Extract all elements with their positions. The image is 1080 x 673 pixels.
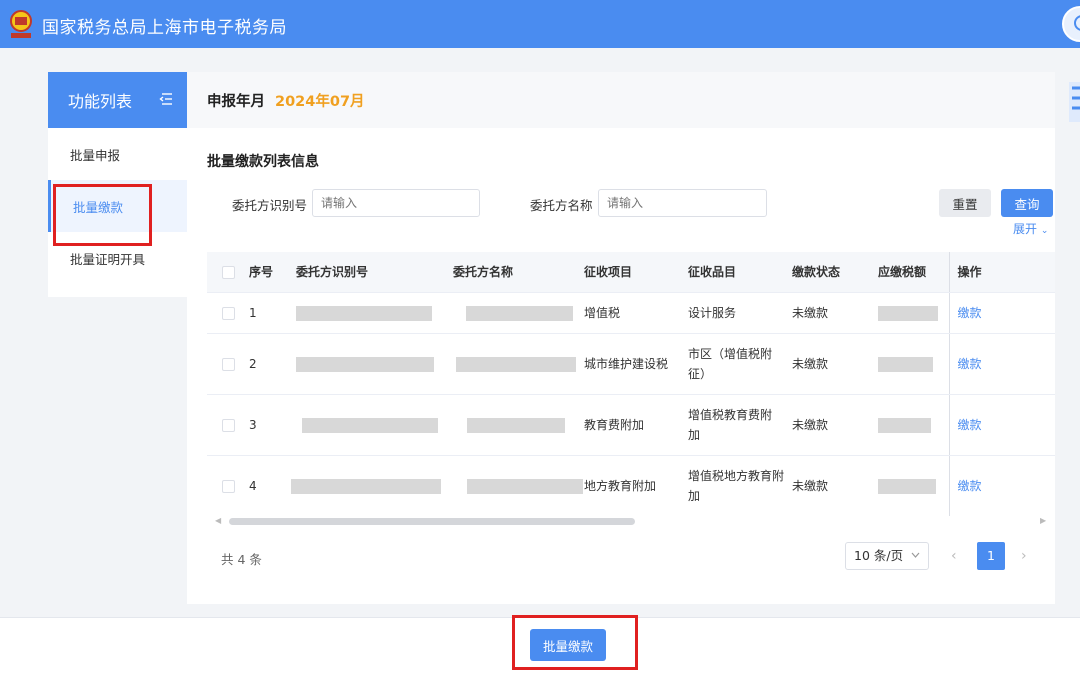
- query-button[interactable]: 查询: [1001, 189, 1053, 217]
- expand-label: 展开: [1013, 222, 1038, 236]
- cell-no: 2: [249, 333, 296, 395]
- cell-no: 3: [249, 394, 296, 456]
- table-row: 2 城市维护建设税 市区（增值税附征） 未缴款 缴款: [207, 333, 1055, 395]
- sidebar-header: 功能列表: [48, 72, 187, 128]
- sidebar-item-label: 批量申报: [70, 147, 121, 163]
- col-header-no: 序号: [249, 252, 296, 293]
- pay-link[interactable]: 缴款: [958, 479, 982, 493]
- masked-amount: [878, 356, 933, 372]
- pay-link[interactable]: 缴款: [958, 418, 982, 432]
- scroll-right-icon[interactable]: ▶: [1040, 516, 1046, 525]
- period-label: 申报年月: [207, 93, 265, 110]
- masked-client-id: [302, 417, 438, 433]
- masked-client-id: [296, 305, 432, 321]
- cell-status: 未缴款: [792, 394, 878, 456]
- cell-item: 地方教育附加: [584, 455, 688, 516]
- row-checkbox[interactable]: [222, 479, 235, 493]
- collapse-menu-icon[interactable]: [159, 92, 173, 106]
- col-header-action: 操作: [948, 252, 1055, 293]
- expand-link[interactable]: 展开 ⌄: [1013, 220, 1048, 237]
- sidebar-item-batch-pay[interactable]: 批量缴款: [48, 180, 187, 232]
- next-page-icon[interactable]: ›: [1021, 548, 1027, 564]
- period-bar: 申报年月 2024年07月: [187, 72, 1055, 128]
- masked-client-name: [456, 356, 576, 372]
- batch-pay-button[interactable]: 批量缴款: [530, 629, 606, 661]
- row-checkbox[interactable]: [222, 357, 235, 371]
- sidebar-item-label: 批量证明开具: [70, 251, 146, 267]
- col-header-status: 缴款状态: [792, 252, 878, 293]
- horizontal-scrollbar[interactable]: [229, 518, 635, 525]
- floating-side-widget[interactable]: [1065, 76, 1080, 126]
- masked-client-name: [467, 478, 583, 494]
- row-checkbox[interactable]: [222, 418, 235, 432]
- main-panel: 申报年月 2024年07月 批量缴款列表信息 委托方识别号 委托方名称 重置 查…: [187, 72, 1055, 604]
- pay-link[interactable]: 缴款: [958, 357, 982, 371]
- total-count: 共 4 条: [221, 552, 262, 567]
- sidebar-item-batch-declare[interactable]: 批量申报: [48, 128, 187, 180]
- chevron-down-icon: ⌄: [1040, 226, 1049, 236]
- table-row: 3 教育费附加 增值税教育费附加 未缴款 缴款: [207, 394, 1055, 456]
- scroll-left-icon[interactable]: ◀: [215, 516, 221, 525]
- cell-status: 未缴款: [792, 455, 878, 516]
- pay-link[interactable]: 缴款: [958, 306, 982, 320]
- cell-status: 未缴款: [792, 292, 878, 334]
- sidebar-title: 功能列表: [68, 92, 133, 111]
- cell-subitem: 增值税地方教育附加: [688, 455, 792, 516]
- chevron-down-icon: [911, 552, 920, 558]
- col-header-client-name: 委托方名称: [453, 252, 584, 293]
- page-1-button[interactable]: 1: [977, 542, 1005, 570]
- section-title: 批量缴款列表信息: [207, 154, 319, 170]
- sidebar-item-label: 批量缴款: [73, 199, 124, 215]
- user-avatar-icon[interactable]: [1062, 6, 1080, 42]
- site-title: 国家税务总局上海市电子税务局: [42, 18, 287, 38]
- tax-emblem-icon: [10, 10, 32, 38]
- masked-client-id: [296, 356, 434, 372]
- cell-no: 4: [249, 455, 296, 516]
- cell-no: 1: [249, 292, 296, 334]
- cell-status: 未缴款: [792, 333, 878, 395]
- filter-id-input[interactable]: [312, 189, 480, 217]
- filter-id-label: 委托方识别号: [232, 198, 308, 213]
- payment-table: 序号 委托方识别号 委托方名称 征收项目 征收品目 缴款状态 应缴税额 操作 1…: [207, 252, 1055, 516]
- function-sidebar: 功能列表 批量申报 批量缴款 批量证明开具: [48, 72, 187, 297]
- select-all-checkbox[interactable]: [222, 265, 235, 279]
- top-bar: 国家税务总局上海市电子税务局: [0, 0, 1080, 48]
- page-size-value: 10 条/页: [854, 548, 904, 563]
- col-header-client-id: 委托方识别号: [296, 252, 453, 293]
- table-header-row: 序号 委托方识别号 委托方名称 征收项目 征收品目 缴款状态 应缴税额 操作: [207, 252, 1055, 293]
- cell-item: 增值税: [584, 292, 688, 334]
- prev-page-icon[interactable]: ‹: [951, 548, 957, 564]
- row-checkbox[interactable]: [222, 306, 235, 320]
- masked-amount: [878, 417, 931, 433]
- reset-button[interactable]: 重置: [939, 189, 991, 217]
- filter-name-input[interactable]: [598, 189, 767, 217]
- cell-item: 城市维护建设税: [584, 333, 688, 395]
- page-size-select[interactable]: 10 条/页: [845, 542, 929, 570]
- table-row: 1 增值税 设计服务 未缴款 缴款: [207, 292, 1055, 334]
- cell-subitem: 设计服务: [688, 292, 792, 334]
- col-header-item: 征收项目: [584, 252, 688, 293]
- table-row: 4 地方教育附加 增值税地方教育附加 未缴款 缴款: [207, 455, 1055, 516]
- col-header-amount: 应缴税额: [878, 252, 949, 293]
- masked-client-id: [291, 478, 441, 494]
- cell-subitem: 市区（增值税附征）: [688, 333, 792, 395]
- col-header-subitem: 征收品目: [688, 252, 792, 293]
- cell-subitem: 增值税教育费附加: [688, 394, 792, 456]
- cell-item: 教育费附加: [584, 394, 688, 456]
- masked-client-name: [466, 305, 573, 321]
- period-value: 2024年07月: [275, 93, 365, 110]
- filter-name-label: 委托方名称: [530, 198, 593, 213]
- masked-amount: [878, 478, 936, 494]
- masked-amount: [878, 305, 938, 321]
- sidebar-item-batch-certificate[interactable]: 批量证明开具: [48, 232, 187, 284]
- masked-client-name: [467, 417, 565, 433]
